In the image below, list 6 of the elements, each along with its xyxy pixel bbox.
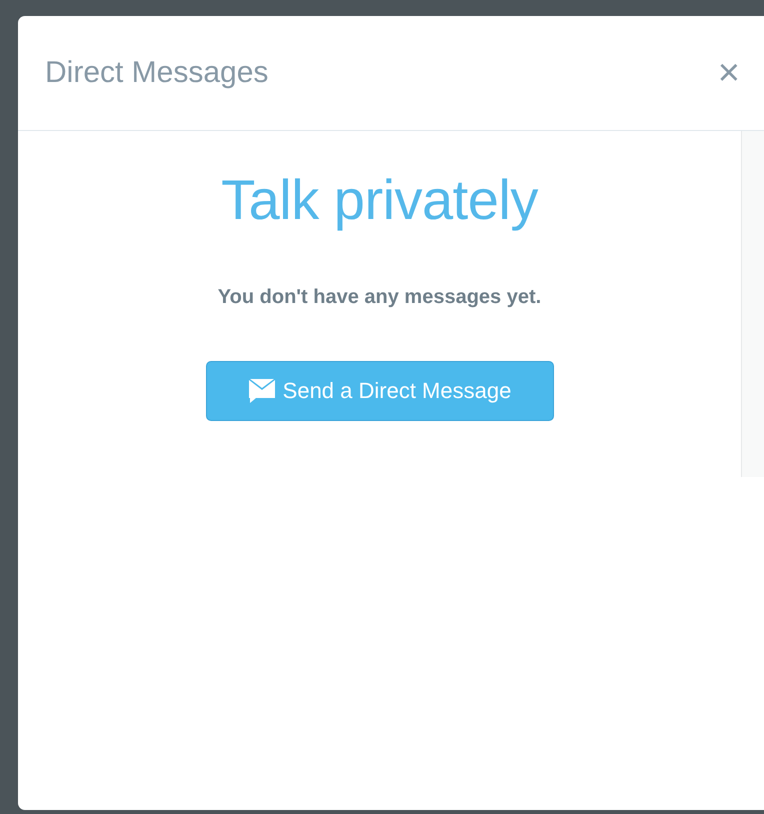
envelope-icon bbox=[248, 378, 276, 404]
dialog-title: Direct Messages bbox=[45, 56, 268, 90]
send-message-button[interactable]: Send a Direct Message bbox=[206, 361, 554, 421]
close-button[interactable]: × bbox=[714, 54, 744, 92]
empty-state-heading: Talk privately bbox=[221, 167, 538, 232]
empty-state-message: You don't have any messages yet. bbox=[218, 286, 542, 309]
